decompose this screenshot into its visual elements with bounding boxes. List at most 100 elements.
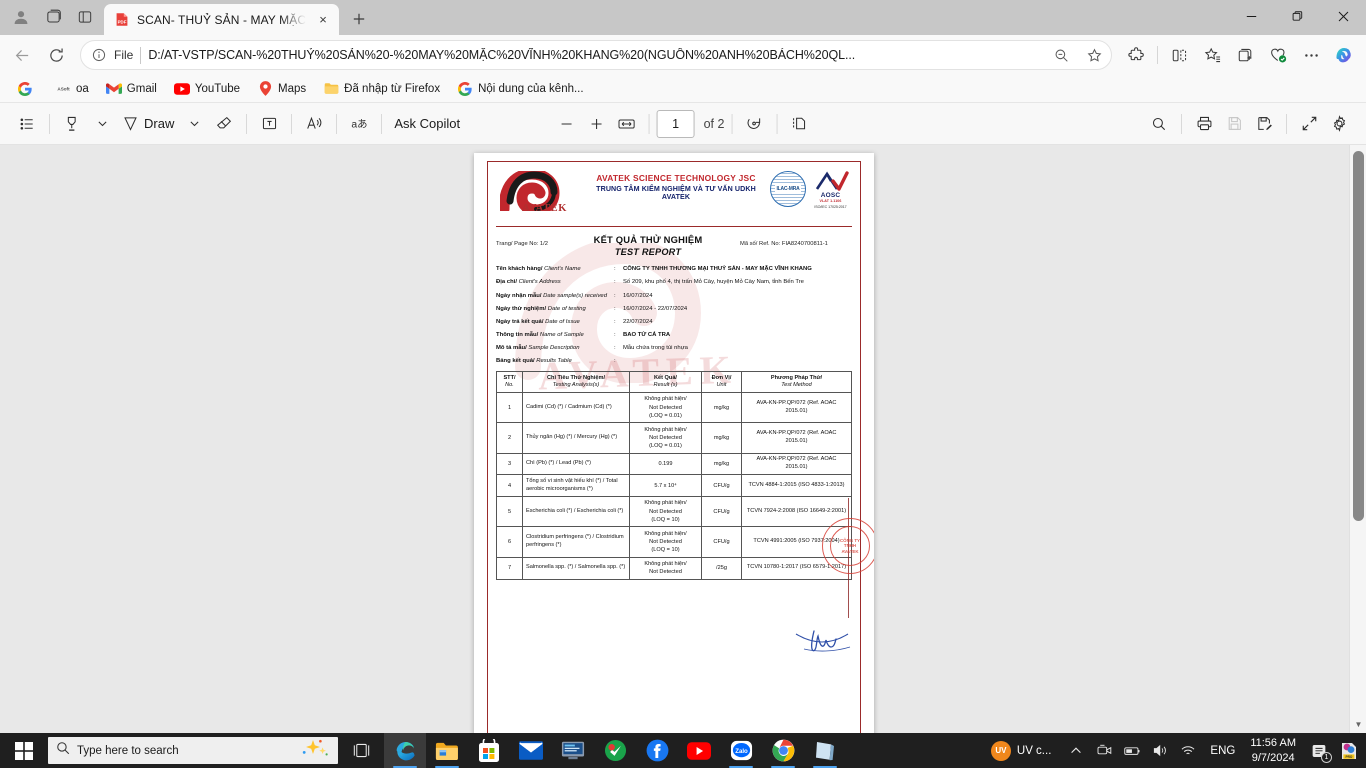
draw-button[interactable]: Draw	[117, 109, 179, 139]
uv-connection-indicator[interactable]: UV UV c...	[987, 740, 1062, 761]
browser-essentials-icon[interactable]	[1262, 39, 1294, 71]
sparkle-icon[interactable]	[296, 738, 330, 763]
tab-actions-icon[interactable]	[70, 3, 100, 31]
taskbar-app-garena[interactable]	[594, 733, 636, 768]
battery-icon[interactable]	[1119, 733, 1145, 768]
cell-no: 6	[496, 526, 523, 558]
notification-center-button[interactable]: 1	[1304, 733, 1334, 768]
field-value: BAO TỬ CÁ TRA	[623, 331, 671, 338]
wifi-icon[interactable]	[1175, 733, 1201, 768]
collections-icon[interactable]	[1229, 39, 1261, 71]
document-header: AVATEK AVATEK SCIENCE TECHNOLOGY JSC TRU…	[496, 167, 852, 221]
taskbar-app-zalo[interactable]: Zalo	[720, 733, 762, 768]
close-window-button[interactable]	[1320, 0, 1366, 32]
taskbar-app-microsoft-store[interactable]	[468, 733, 510, 768]
cell-unit: mg/kg	[701, 391, 742, 424]
fit-width-button[interactable]	[612, 109, 642, 139]
eraser-button[interactable]	[209, 109, 239, 139]
zoom-in-button[interactable]	[582, 109, 612, 139]
bookmark-channel-content[interactable]: Nội dung của kênh...	[450, 78, 591, 100]
zoom-reset-icon[interactable]	[1048, 42, 1074, 68]
search-button[interactable]	[1144, 109, 1174, 139]
back-button[interactable]	[6, 39, 38, 71]
start-button[interactable]	[0, 733, 48, 768]
rotate-button[interactable]	[739, 109, 769, 139]
bookmarks-bar: ASoft oa Gmail YouTube Maps Đã nhập từ F…	[0, 75, 1366, 103]
language-indicator[interactable]: ENG	[1203, 745, 1242, 757]
taskbar-app-ultraviewer[interactable]	[552, 733, 594, 768]
bookmark-oa[interactable]: ASoft oa	[48, 78, 96, 100]
table-row: 7 Salmonella spp. (*) / Salmonella spp. (…	[496, 556, 852, 580]
browser-tab[interactable]: PDF SCAN- THUỶ SẢN - MAY MẶC VĨNH KHANG …	[104, 4, 339, 35]
speaker-icon[interactable]	[1147, 733, 1173, 768]
ref-value: FIA8240700811-1	[781, 241, 828, 248]
taskbar-app-file-explorer[interactable]	[426, 733, 468, 768]
toolbar-divider	[776, 113, 778, 134]
taskbar-app-edge[interactable]	[384, 733, 426, 768]
gear-icon[interactable]	[1324, 109, 1354, 139]
clock[interactable]: 11:56 AM 9/7/2024	[1244, 736, 1302, 765]
extensions-icon[interactable]	[1120, 39, 1152, 71]
save-as-button[interactable]	[1249, 109, 1279, 139]
zoom-out-button[interactable]	[552, 109, 582, 139]
taskbar-app-youtube[interactable]	[678, 733, 720, 768]
workspaces-icon[interactable]	[38, 3, 68, 31]
translate-button[interactable]: aあ	[344, 109, 374, 139]
fullscreen-button[interactable]	[1294, 109, 1324, 139]
add-text-button[interactable]	[254, 109, 284, 139]
highlight-button[interactable]	[57, 109, 87, 139]
cell-test: Chì (Pb) (*) / Lead (Pb) (*)	[522, 452, 630, 476]
scrollbar-thumb[interactable]	[1353, 151, 1364, 521]
chevron-up-icon[interactable]	[1063, 733, 1089, 768]
vertical-scrollbar[interactable]: ▼	[1349, 145, 1366, 733]
url-text[interactable]: D:/AT-VSTP/SCAN-%20THUỶ%20SẢN%20-%20MAY%…	[148, 48, 1041, 62]
minimize-button[interactable]	[1228, 0, 1274, 32]
page-view-button[interactable]	[784, 109, 814, 139]
page-number-input[interactable]: 1	[656, 109, 695, 138]
maximize-button[interactable]	[1274, 0, 1320, 32]
taskbar-app-chrome[interactable]	[762, 733, 804, 768]
field-colon: :	[614, 318, 616, 325]
bookmark-google[interactable]	[10, 78, 45, 100]
bookmark-maps[interactable]: Maps	[250, 78, 313, 100]
save-button[interactable]	[1219, 109, 1249, 139]
th-result: Kết Quả/Result (s)	[629, 371, 702, 393]
camera-icon[interactable]	[1091, 733, 1117, 768]
favorites-icon[interactable]	[1196, 39, 1228, 71]
split-screen-icon[interactable]	[1163, 39, 1195, 71]
aosc-name: AOSC	[820, 192, 841, 199]
ask-copilot-button[interactable]: Ask Copilot	[389, 109, 465, 139]
bookmark-firefox-imports[interactable]: Đã nhập từ Firefox	[316, 78, 447, 100]
profile-avatar-icon[interactable]	[6, 3, 36, 31]
pro-app-icon[interactable]: PRO	[1336, 733, 1362, 768]
toolbar-actions	[1120, 39, 1360, 71]
tab-close-button[interactable]: ×	[313, 10, 333, 30]
field-value: CÔNG TY TNHH THƯƠNG MẠI THUỶ SẢN - MAY M…	[623, 266, 812, 273]
refresh-button[interactable]	[40, 39, 72, 71]
address-bar[interactable]: File D:/AT-VSTP/SCAN-%20THUỶ%20SẢN%20-%2…	[80, 40, 1112, 70]
draw-dropdown[interactable]	[179, 109, 209, 139]
print-button[interactable]	[1189, 109, 1219, 139]
add-favorite-icon[interactable]	[1081, 42, 1107, 68]
settings-more-icon[interactable]	[1295, 39, 1327, 71]
taskbar-app-unikey[interactable]	[804, 733, 846, 768]
svg-text:aあ: aあ	[351, 118, 367, 130]
bookmark-gmail[interactable]: Gmail	[99, 78, 164, 100]
copilot-icon[interactable]	[1328, 39, 1360, 71]
highlight-dropdown[interactable]	[87, 109, 117, 139]
cell-unit: mg/kg	[701, 452, 742, 476]
pdf-viewer[interactable]: AVATEK AVATEK AVATEK SCIENCE TECHNOLOGY …	[0, 145, 1366, 733]
read-aloud-button[interactable]	[299, 109, 329, 139]
task-view-button[interactable]	[338, 733, 384, 768]
taskbar-search-box[interactable]: Type here to search	[48, 737, 338, 764]
bookmark-youtube[interactable]: YouTube	[167, 78, 247, 100]
aosc-sub: VLAT 1.1106	[819, 199, 842, 203]
taskbar-app-mail[interactable]	[510, 733, 552, 768]
taskbar-app-facebook[interactable]	[636, 733, 678, 768]
th-unit: Đơn Vị/Unit	[701, 371, 742, 393]
scroll-down-arrow[interactable]: ▼	[1350, 716, 1366, 733]
new-tab-button[interactable]	[345, 5, 373, 33]
table-of-contents-button[interactable]	[12, 109, 42, 139]
logo-text: AVATEK	[522, 203, 568, 214]
field-label-vi: Tên khách hàng/	[496, 266, 543, 273]
